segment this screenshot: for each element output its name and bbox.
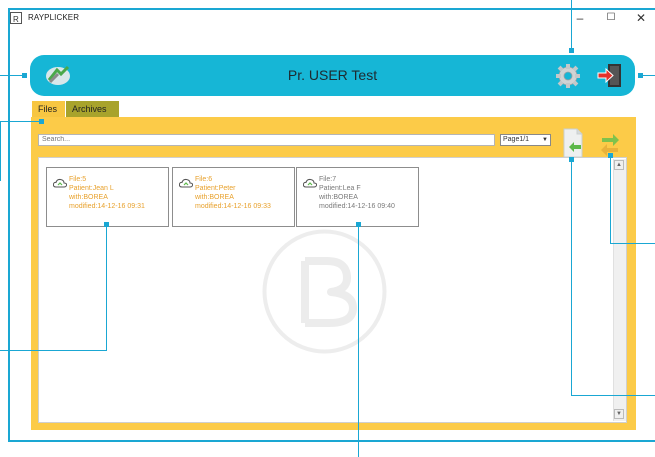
cloud-sync-icon bbox=[178, 175, 194, 188]
file-with: with:BOREA bbox=[69, 194, 108, 201]
file-number: File:5 bbox=[69, 176, 87, 183]
scroll-up-icon[interactable]: ▲ bbox=[614, 160, 624, 170]
import-file-icon[interactable] bbox=[561, 128, 585, 158]
callout-line bbox=[0, 121, 40, 122]
cloud-sync-icon bbox=[52, 175, 68, 188]
file-with: with:BOREA bbox=[319, 194, 358, 201]
svg-text:R: R bbox=[13, 15, 19, 24]
callout-dot bbox=[104, 222, 109, 227]
callout-line bbox=[610, 243, 655, 244]
chevron-down-icon: ▼ bbox=[542, 137, 548, 143]
file-modified: modified:14-12-16 09:40 bbox=[319, 203, 395, 210]
tab-archives[interactable]: Archives bbox=[66, 101, 119, 117]
file-card[interactable]: File:5 Patient:Jean L with:BOREA modifie… bbox=[46, 167, 169, 227]
callout-dot bbox=[569, 157, 574, 162]
tab-files[interactable]: Files bbox=[32, 101, 65, 117]
window-titlebar bbox=[0, 0, 655, 34]
callout-line bbox=[0, 75, 23, 76]
callout-line bbox=[8, 440, 655, 442]
callout-line bbox=[358, 225, 359, 457]
search-input[interactable] bbox=[38, 134, 495, 146]
borea-watermark-icon bbox=[261, 228, 388, 355]
callout-line bbox=[106, 225, 107, 351]
callout-line bbox=[571, 160, 572, 395]
maximize-button[interactable]: ☐ bbox=[597, 8, 625, 28]
file-modified: modified:14-12-16 09:31 bbox=[69, 203, 145, 210]
app-logo-icon: R bbox=[10, 11, 22, 24]
callout-line bbox=[0, 121, 1, 181]
page-select[interactable]: Page1/1 ▼ bbox=[500, 134, 551, 146]
file-patient: Patient:Lea F bbox=[319, 185, 361, 192]
gear-icon[interactable] bbox=[555, 63, 581, 89]
callout-dot bbox=[638, 73, 643, 78]
file-number: File:6 bbox=[195, 176, 213, 183]
file-card[interactable]: File:7 Patient:Lea F with:BOREA modified… bbox=[296, 167, 419, 227]
callout-line bbox=[8, 8, 655, 10]
scroll-down-icon[interactable]: ▼ bbox=[614, 409, 624, 419]
file-card[interactable]: File:6 Patient:Peter with:BOREA modified… bbox=[172, 167, 295, 227]
vertical-scrollbar[interactable] bbox=[613, 159, 626, 421]
file-patient: Patient:Peter bbox=[195, 185, 236, 192]
callout-dot bbox=[22, 73, 27, 78]
close-button[interactable]: ✕ bbox=[627, 8, 655, 28]
callout-line bbox=[571, 395, 655, 396]
callout-dot bbox=[608, 153, 613, 158]
file-patient: Patient:Jean L bbox=[69, 185, 114, 192]
callout-line bbox=[571, 0, 572, 50]
cloud-sync-icon bbox=[302, 175, 318, 188]
file-number: File:7 bbox=[319, 176, 337, 183]
page-select-value: Page1/1 bbox=[503, 136, 530, 143]
callout-line bbox=[610, 156, 611, 244]
callout-dot bbox=[356, 222, 361, 227]
callout-dot bbox=[39, 119, 44, 124]
callout-dot bbox=[569, 48, 574, 53]
callout-line bbox=[0, 350, 107, 351]
window-title: RAYPLICKER bbox=[28, 13, 80, 22]
file-modified: modified:14-12-16 09:33 bbox=[195, 203, 271, 210]
page-title: Pr. USER Test bbox=[287, 67, 378, 83]
callout-line bbox=[8, 8, 10, 441]
logout-icon[interactable] bbox=[596, 62, 624, 89]
file-with: with:BOREA bbox=[195, 194, 234, 201]
